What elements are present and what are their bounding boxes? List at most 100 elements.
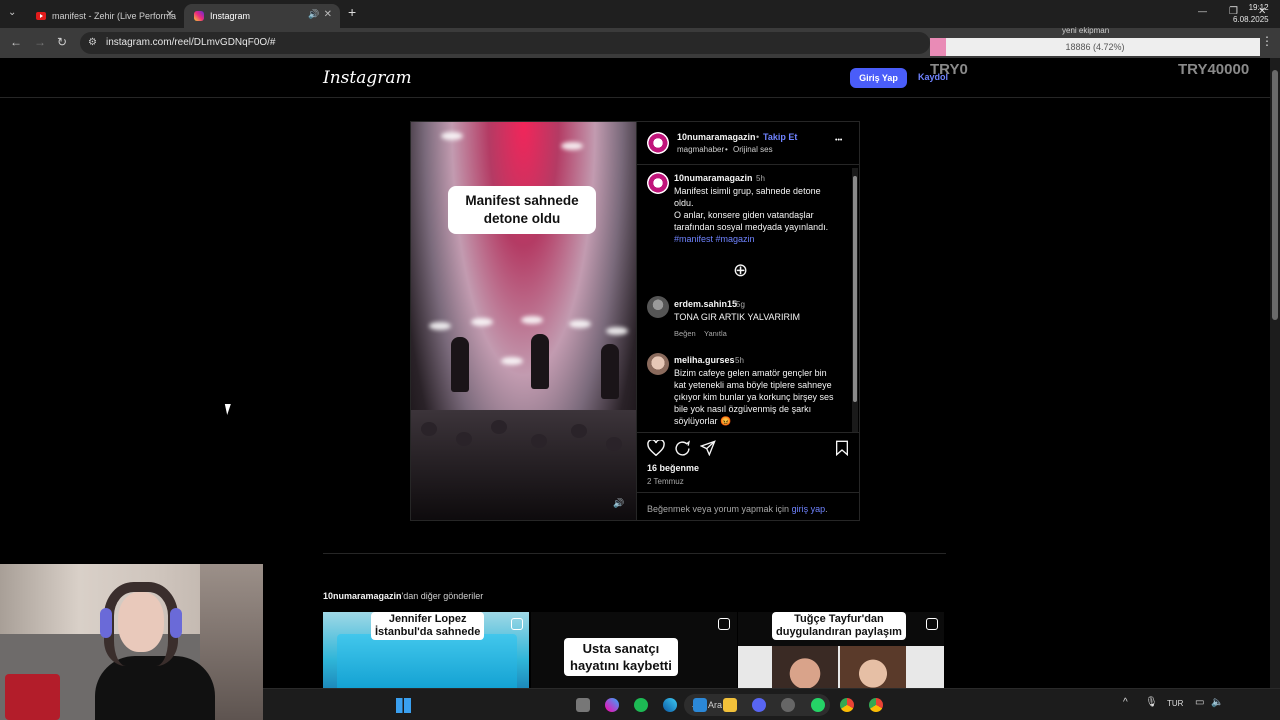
- reel-post: Manifest sahnede detone oldu 🔊 10numaram…: [410, 121, 860, 521]
- comment-time: 5h: [735, 356, 744, 365]
- comment-line: Bizim cafeye gelen amatör gençler bin: [674, 368, 827, 378]
- url-text: instagram.com/reel/DLmvGDNqF0O/#: [106, 37, 276, 48]
- thumbnail-title-line: hayatını kaybetti: [570, 658, 672, 673]
- commenter-avatar[interactable]: [647, 353, 669, 375]
- discord-icon[interactable]: [752, 698, 766, 712]
- chrome-icon[interactable]: [840, 698, 854, 712]
- caption-line: Manifest isimli grup, sahnede detone: [674, 186, 821, 196]
- new-tab-button[interactable]: +: [348, 4, 356, 20]
- more-posts-heading: 10numaramagazin'dan diğer gönderiler: [323, 591, 483, 601]
- author-avatar[interactable]: [647, 132, 669, 154]
- volume-icon[interactable]: 🔊: [613, 498, 624, 509]
- caption-line: tarafından sosyal medyada yayınlandı.: [674, 222, 829, 232]
- edge-icon[interactable]: [663, 698, 677, 712]
- youtube-icon: [36, 12, 46, 20]
- taskbar-clock[interactable]: 19:12 6.08.2025: [1233, 2, 1269, 26]
- comment-icon[interactable]: [674, 440, 691, 457]
- more-posts-heading-text: 'dan diğer gönderiler: [401, 591, 484, 601]
- comment-text: Bizim cafeye gelen amatör gençler bin ka…: [674, 367, 852, 427]
- comment-username[interactable]: meliha.gurses: [674, 355, 735, 365]
- follow-separator: •: [756, 132, 760, 142]
- app-icon[interactable]: [781, 698, 795, 712]
- share-icon[interactable]: [700, 440, 716, 456]
- volume-icon[interactable]: 🔈: [1211, 697, 1223, 708]
- reel-icon: [511, 618, 523, 630]
- webcam-overlay: [0, 564, 263, 720]
- tab-instagram[interactable]: Instagram 🔊 ✕: [184, 4, 340, 28]
- goal-progress-bar: 18886 (4.72%): [930, 38, 1260, 56]
- thumbnail-title: Jennifer Lopez İstanbul'da sahnede: [371, 612, 485, 640]
- collab-username[interactable]: magmahaber: [677, 145, 724, 154]
- comment-username[interactable]: erdem.sahin15: [674, 299, 737, 309]
- tray-chevron-icon[interactable]: ^: [1123, 697, 1128, 708]
- thumbnail-title: Tuğçe Tayfur'dan duygulandıran paylaşım: [772, 612, 906, 640]
- address-bar[interactable]: ⚙ instagram.com/reel/DLmvGDNqF0O/#: [80, 32, 930, 54]
- comment-like-button[interactable]: Beğen: [674, 329, 696, 338]
- author-username[interactable]: 10numaramagazin: [677, 132, 756, 142]
- tab-title: Instagram: [210, 11, 251, 21]
- instagram-logo[interactable]: Instagram: [323, 68, 412, 88]
- video-caption-line: Manifest sahnede: [465, 193, 579, 208]
- forward-icon[interactable]: →: [34, 35, 46, 49]
- comments-scrollbar-thumb[interactable]: [853, 176, 857, 402]
- minimize-button[interactable]: —: [1198, 6, 1207, 16]
- video-caption: Manifest sahnede detone oldu: [448, 186, 596, 234]
- tab-title: manifest - Zehir (Live Performa: [52, 11, 177, 21]
- thumbnail-title-line: İstanbul'da sahnede: [375, 626, 481, 638]
- more-posts-user[interactable]: 10numaramagazin: [323, 591, 402, 601]
- reel-video[interactable]: Manifest sahnede detone oldu 🔊: [411, 122, 636, 520]
- tab-youtube[interactable]: manifest - Zehir (Live Performa ✕: [26, 4, 182, 28]
- copilot-icon[interactable]: [605, 698, 619, 712]
- file-explorer-icon[interactable]: [723, 698, 737, 712]
- close-icon[interactable]: ✕: [324, 9, 332, 20]
- page-scrollbar-thumb[interactable]: [1272, 70, 1278, 320]
- back-icon[interactable]: ←: [10, 35, 22, 49]
- caption-hashtags[interactable]: #manifest #magazin: [674, 233, 854, 245]
- comment-line: söylüyorlar 😡: [674, 416, 732, 426]
- more-options-icon[interactable]: •••: [835, 137, 842, 144]
- reel-icon: [926, 618, 938, 630]
- task-view-icon[interactable]: [576, 698, 590, 712]
- follow-button[interactable]: Takip Et: [763, 132, 797, 142]
- tab-search-icon[interactable]: ⌄: [8, 7, 16, 18]
- reel-icon: [718, 618, 730, 630]
- caption-text: Manifest isimli grup, sahnede detone old…: [674, 185, 854, 245]
- caption-avatar[interactable]: [647, 172, 669, 194]
- more-post-thumbnail[interactable]: Tuğçe Tayfur'dan duygulandıran paylaşım: [738, 612, 944, 692]
- whatsapp-icon[interactable]: [811, 698, 825, 712]
- comment-reply-button[interactable]: Yanıtla: [704, 329, 727, 338]
- post-date: 2 Temmuz: [647, 477, 684, 486]
- bookmark-icon[interactable]: [835, 440, 849, 456]
- thumbnail-title-line: duygulandıran paylaşım: [776, 626, 902, 638]
- store-icon[interactable]: [693, 698, 707, 712]
- commenter-avatar[interactable]: [647, 296, 669, 318]
- login-button[interactable]: Giriş Yap: [850, 68, 907, 88]
- login-prompt-link[interactable]: giriş yap: [792, 504, 826, 514]
- audio-playing-icon[interactable]: 🔊: [308, 9, 319, 20]
- post-sidebar: 10numaramagazin • Takip Et magmahaber • …: [636, 122, 860, 520]
- heart-icon[interactable]: [647, 440, 665, 456]
- goal-min-label: TRY0: [930, 61, 968, 78]
- language-indicator[interactable]: TUR: [1167, 699, 1183, 708]
- caption-username[interactable]: 10numaramagazin: [674, 173, 753, 183]
- site-info-icon[interactable]: ⚙: [88, 32, 97, 54]
- caption-line: O anlar, konsere giden vatandaşlar: [674, 210, 814, 220]
- reload-icon[interactable]: ↻: [57, 35, 67, 49]
- start-icon[interactable]: [396, 698, 411, 713]
- browser-menu-icon[interactable]: ⋮: [1261, 34, 1273, 48]
- network-icon[interactable]: ▭: [1195, 697, 1204, 708]
- microphone-icon[interactable]: 🎙: [1145, 697, 1158, 708]
- login-prompt-text: Beğenmek veya yorum yapmak için: [647, 504, 790, 514]
- chrome-icon[interactable]: [869, 698, 883, 712]
- close-icon[interactable]: ✕: [166, 9, 174, 20]
- likes-count[interactable]: 16 beğenme: [647, 463, 699, 473]
- more-post-thumbnail[interactable]: Usta sanatçı hayatını kaybetti: [531, 612, 737, 692]
- audio-separator: •: [725, 145, 728, 154]
- spotify-icon[interactable]: [634, 698, 648, 712]
- comment-line: kat yetenekli ama böyle tiplere sahneye: [674, 380, 832, 390]
- load-more-comments-icon[interactable]: ⊕: [733, 260, 748, 281]
- more-post-thumbnail[interactable]: Jennifer Lopez İstanbul'da sahnede: [323, 612, 529, 692]
- goal-title: yeni ekipman: [1062, 26, 1110, 35]
- original-audio-link[interactable]: Orijinal ses: [733, 145, 773, 154]
- clock-time: 19:12: [1248, 3, 1269, 12]
